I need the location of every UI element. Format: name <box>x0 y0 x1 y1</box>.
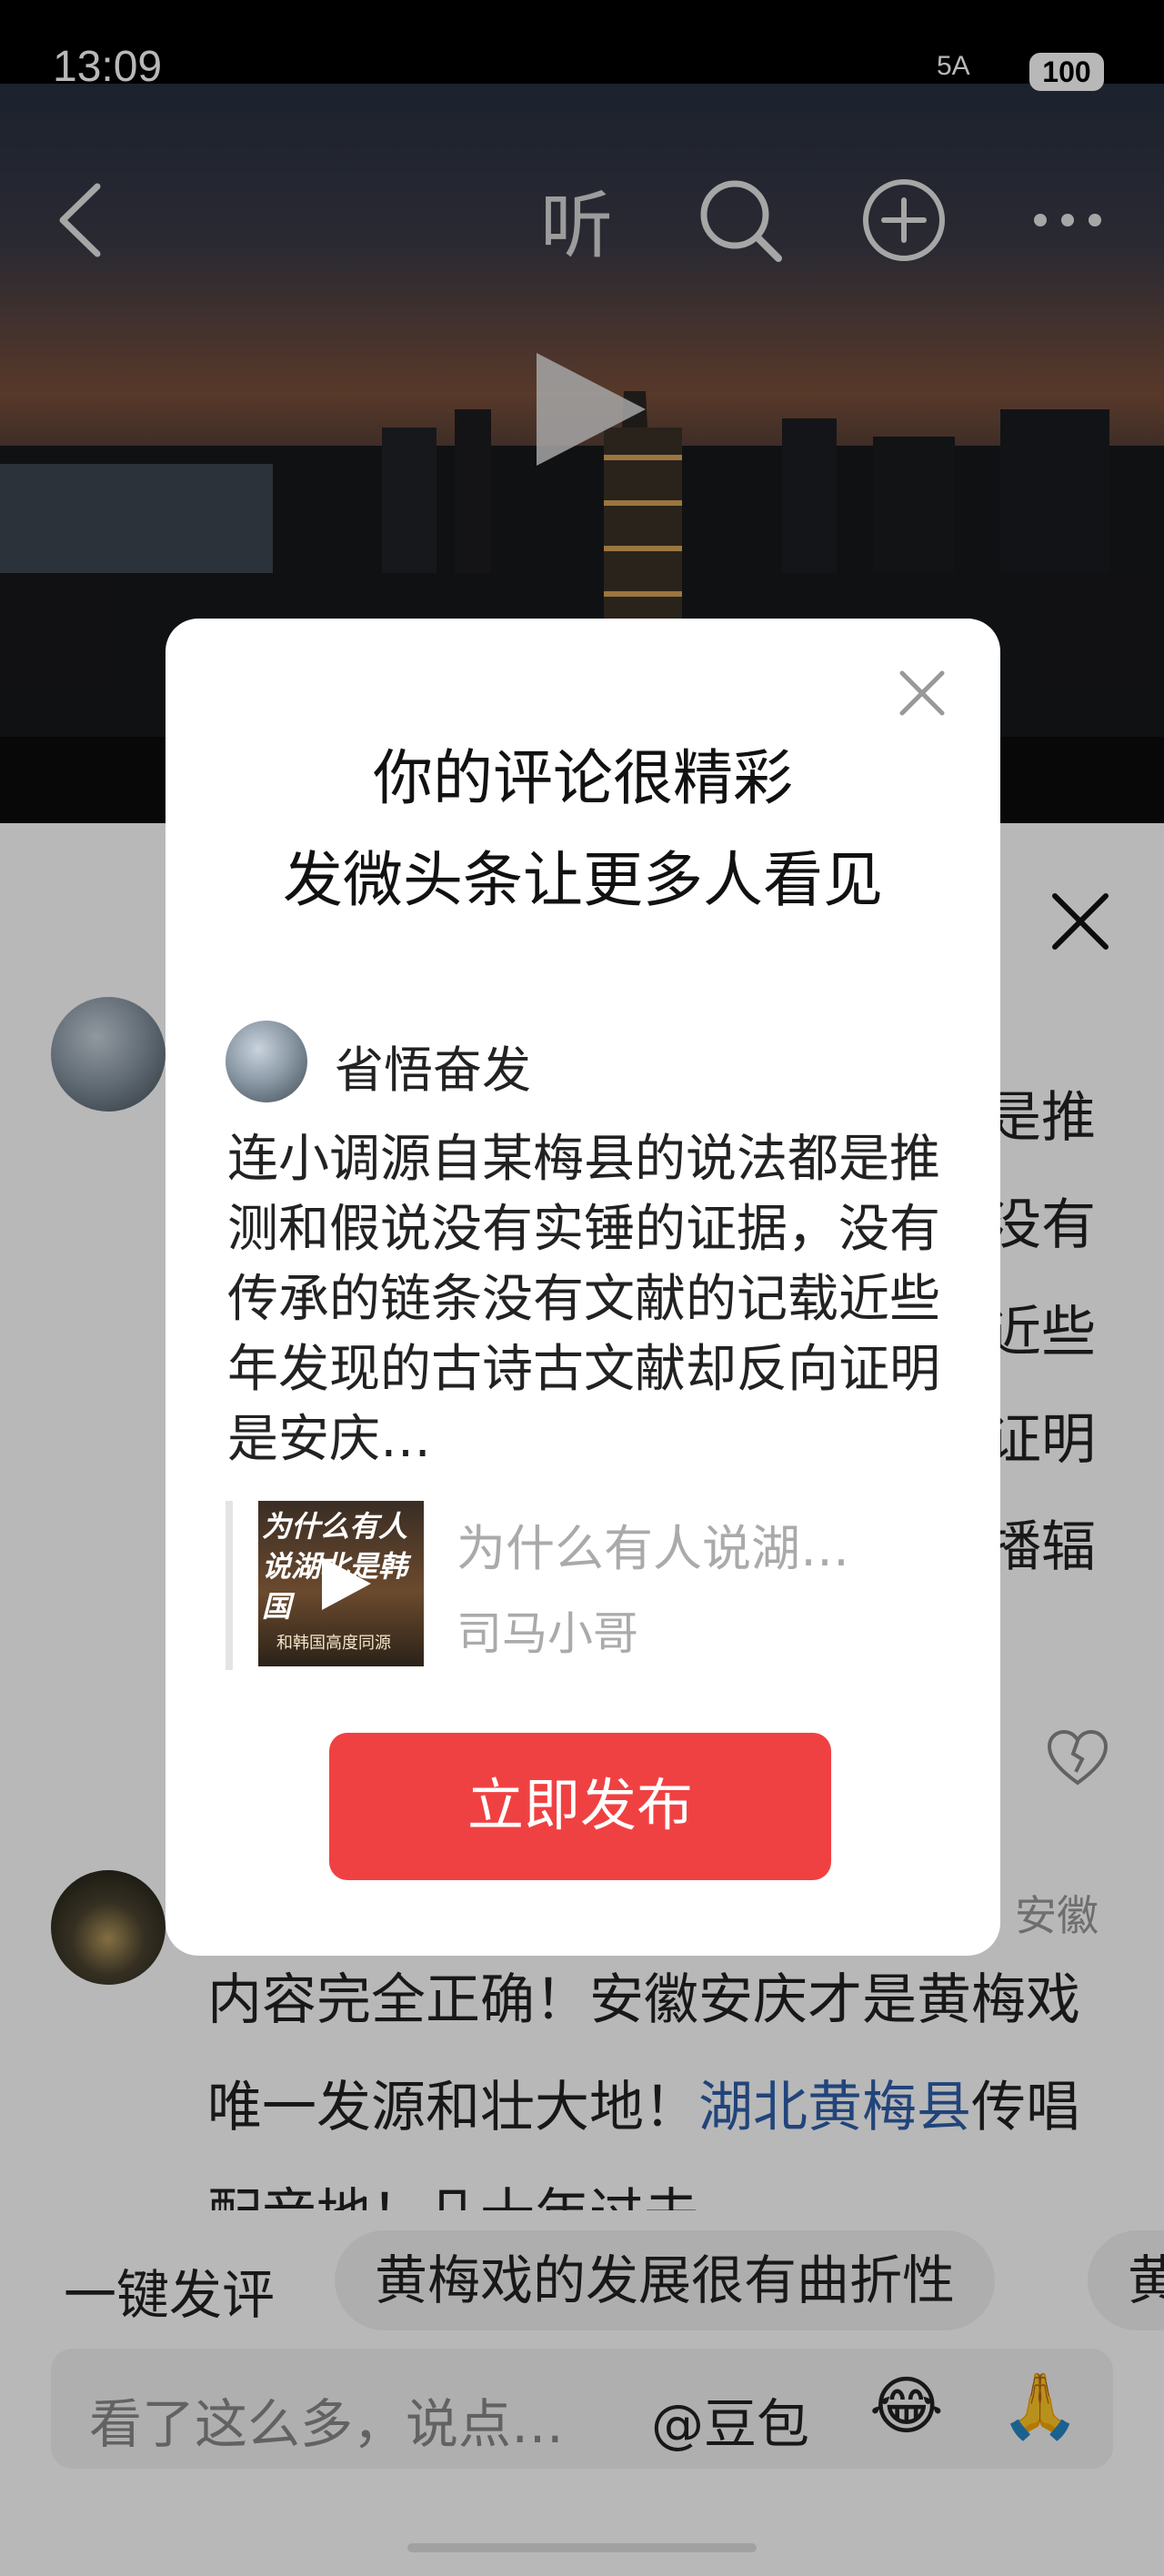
close-icon[interactable] <box>895 666 949 720</box>
publish-button[interactable]: 立即发布 <box>329 1733 831 1880</box>
article-title: 为什么有人说湖… <box>457 1520 849 1577</box>
dialog-title: 你的评论很精彩 发微头条让更多人看见 <box>166 728 1000 931</box>
article-thumbnail: 为什么有人说湖北是韩国 和韩国高度同源 <box>258 1501 424 1666</box>
quoted-article: 为什么有人说湖北是韩国 和韩国高度同源 为什么有人说湖… 司马小哥 <box>226 1501 944 1670</box>
avatar <box>226 1021 307 1102</box>
dialog-title-line: 你的评论很精彩 <box>373 743 793 813</box>
share-dialog: 你的评论很精彩 发微头条让更多人看见 省悟奋发 连小调源自某梅县的说法都是推测和… <box>166 619 1000 1956</box>
username: 省悟奋发 <box>335 1041 531 1099</box>
thumbnail-caption: 和韩国高度同源 <box>276 1634 391 1653</box>
comment-preview-text: 连小调源自某梅县的说法都是推测和假说没有实锤的证据，没有传承的链条没有文献的记载… <box>227 1130 940 1469</box>
dialog-title-line: 发微头条让更多人看见 <box>283 845 883 915</box>
quote-bar <box>226 1501 233 1670</box>
play-icon <box>322 1557 371 1610</box>
article-author: 司马小哥 <box>457 1607 638 1660</box>
